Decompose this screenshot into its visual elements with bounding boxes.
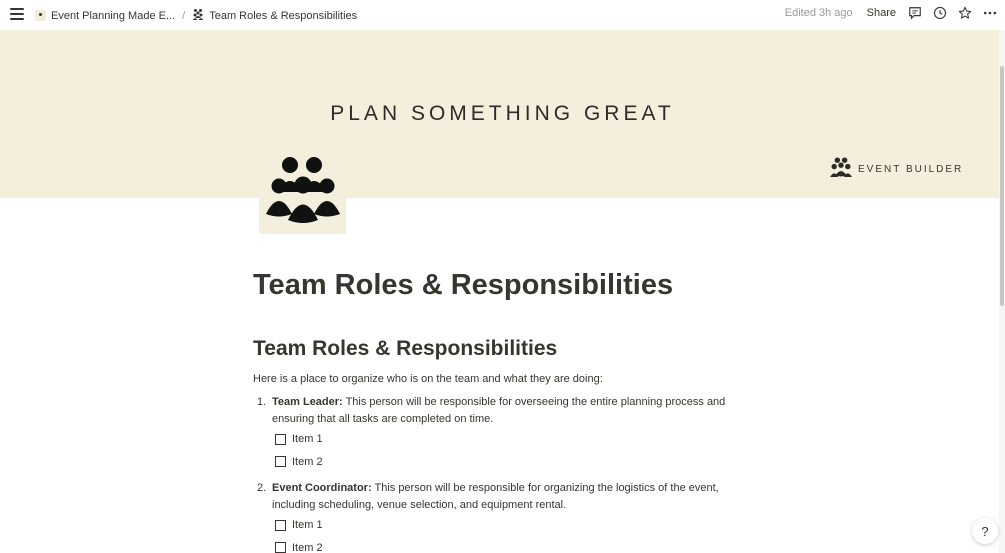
breadcrumb: Event Planning Made E... / Team Roles & …: [32, 7, 360, 24]
menu-icon[interactable]: [10, 8, 24, 20]
scrollbar-thumb[interactable]: [1000, 66, 1004, 306]
scrollbar-track: [999, 30, 1005, 553]
todo-item: Item 1: [275, 514, 753, 537]
page-icon[interactable]: [259, 150, 346, 234]
role-item-event-coordinator[interactable]: 2. Event Coordinator: This person will b…: [253, 480, 753, 514]
clock-icon[interactable]: [933, 6, 947, 20]
breadcrumb-separator: /: [182, 9, 186, 22]
breadcrumb-event-planning[interactable]: Event Planning Made E...: [32, 9, 178, 23]
role-name: Team Leader:: [272, 396, 343, 408]
list-number: 1.: [257, 396, 267, 408]
cover-brand-text: EVENT BUILDER: [858, 164, 964, 175]
share-button[interactable]: Share: [867, 7, 896, 19]
event-page-icon: [35, 10, 46, 21]
edited-timestamp: Edited 3h ago: [784, 7, 853, 19]
intro-text[interactable]: Here is a place to organize who is on th…: [253, 371, 753, 387]
star-icon[interactable]: [958, 6, 972, 20]
todo-label[interactable]: Item 1: [292, 433, 323, 445]
todo-label[interactable]: Item 2: [292, 542, 323, 553]
more-icon[interactable]: [983, 6, 997, 20]
topbar: Event Planning Made E... / Team Roles & …: [0, 0, 1005, 30]
role-text: Event Coordinator: This person will be r…: [272, 480, 752, 514]
todo-checkbox[interactable]: [275, 456, 286, 468]
list-number: 2.: [257, 482, 267, 494]
todo-item: Item 1: [275, 428, 753, 451]
todo-label[interactable]: Item 1: [292, 519, 323, 531]
todo-label[interactable]: Item 2: [292, 456, 323, 468]
role-text: Team Leader: This person will be respons…: [272, 394, 752, 428]
cover-title: PLAN SOMETHING GREAT: [330, 102, 675, 125]
team-icon: [265, 156, 340, 229]
cover-banner: PLAN SOMETHING GREAT EVENT BUILDER: [0, 30, 1005, 198]
todo-item: Item 2: [275, 451, 753, 474]
todo-checkbox[interactable]: [275, 519, 286, 531]
help-button[interactable]: ?: [972, 518, 998, 544]
role-item-team-leader[interactable]: 1. Team Leader: This person will be resp…: [253, 394, 753, 428]
breadcrumb-label: Team Roles & Responsibilities: [209, 9, 358, 22]
breadcrumb-team-roles[interactable]: Team Roles & Responsibilities: [189, 7, 360, 24]
breadcrumb-label: Event Planning Made E...: [51, 9, 176, 22]
team-icon: [830, 157, 852, 182]
top-right-tools: Edited 3h ago Share: [785, 6, 997, 20]
page-content: Team Roles & Responsibilities Team Roles…: [253, 264, 753, 553]
todo-item: Item 2: [275, 537, 753, 553]
section-heading[interactable]: Team Roles & Responsibilities: [253, 336, 753, 362]
team-icon: [192, 8, 204, 23]
page-title[interactable]: Team Roles & Responsibilities: [253, 264, 753, 306]
comment-icon[interactable]: [908, 6, 922, 20]
todo-checkbox[interactable]: [275, 433, 286, 445]
cover-brand: EVENT BUILDER: [830, 157, 963, 182]
todo-checkbox[interactable]: [275, 542, 286, 553]
role-name: Event Coordinator:: [272, 482, 372, 494]
